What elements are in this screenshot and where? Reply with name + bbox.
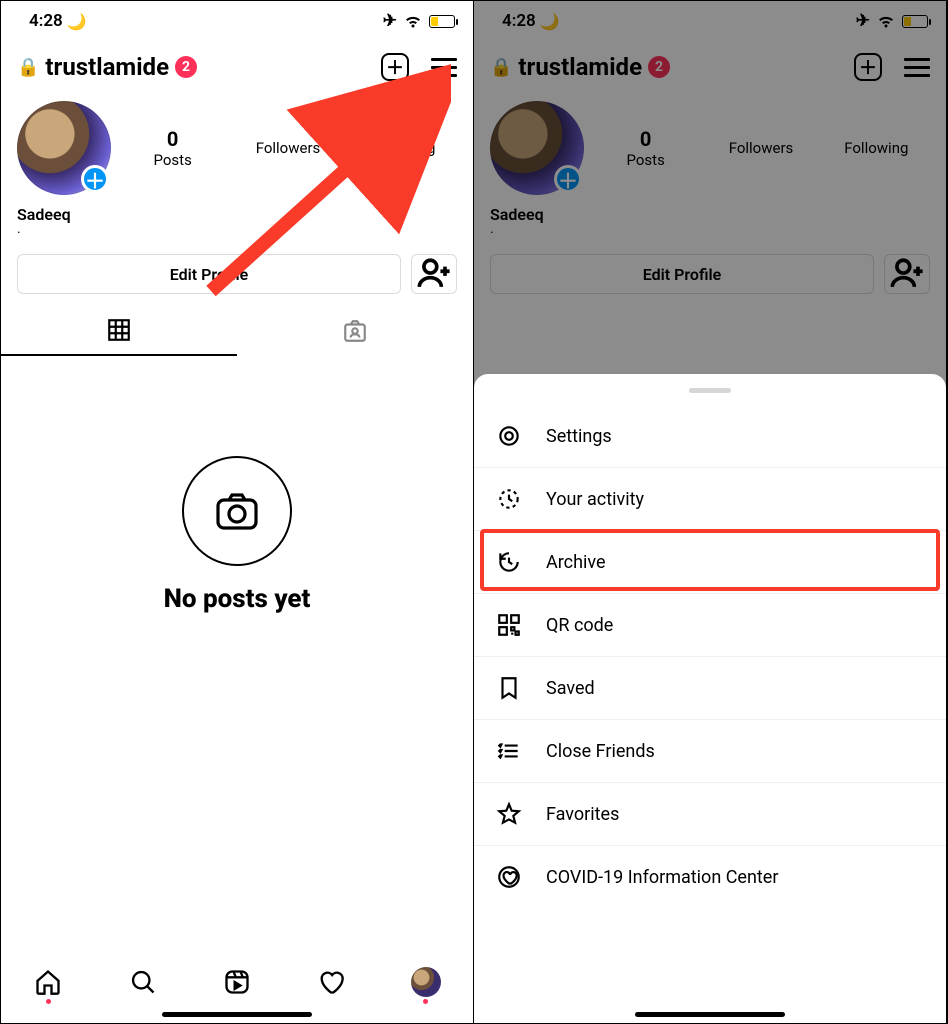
menu-button[interactable] — [431, 58, 457, 77]
home-indicator — [635, 1012, 785, 1017]
nav-home[interactable] — [32, 966, 64, 998]
profile-tabs — [1, 306, 473, 356]
menu-label: Settings — [546, 426, 612, 447]
close-friends-icon — [494, 738, 524, 764]
star-icon — [494, 801, 524, 827]
menu-label: Saved — [546, 678, 595, 699]
status-bar: 4:28 🌙 ✈︎ — [1, 1, 473, 35]
dnd-icon: 🌙 — [67, 12, 87, 31]
menu-archive[interactable]: Archive — [474, 531, 946, 594]
add-story-icon[interactable]: ＋ — [81, 165, 109, 193]
tab-grid[interactable] — [1, 306, 237, 356]
menu-sheet: Settings Your activity Archive QR c — [474, 374, 946, 1023]
activity-icon — [494, 486, 524, 512]
wifi-icon — [403, 14, 423, 29]
display-name: Sadeeq — [1, 195, 473, 224]
menu-favorites[interactable]: Favorites — [474, 783, 946, 846]
following-label: Following — [350, 139, 457, 157]
bio: . — [1, 224, 473, 234]
posts-label: Posts — [119, 151, 226, 169]
menu-your-activity[interactable]: Your activity — [474, 468, 946, 531]
stats-row: ＋ 0 Posts Followers Following — [1, 91, 473, 195]
menu-saved[interactable]: Saved — [474, 657, 946, 720]
notification-badge[interactable]: 2 — [175, 56, 197, 78]
archive-icon — [494, 549, 524, 575]
gear-icon — [494, 423, 524, 449]
nav-avatar-icon — [411, 967, 441, 997]
create-button[interactable]: ＋ — [381, 53, 409, 81]
followers-label: Followers — [234, 139, 341, 157]
posts-stat[interactable]: 0 Posts — [119, 127, 226, 169]
menu-close-friends[interactable]: Close Friends — [474, 720, 946, 783]
following-stat[interactable]: Following — [350, 139, 457, 157]
menu-label: Archive — [546, 552, 606, 573]
nav-activity[interactable] — [315, 966, 347, 998]
right-panel: 4:28 🌙 ✈︎ 🔒 trustlamide 2 ＋ ＋ 0Posts — [474, 1, 947, 1023]
nav-search[interactable] — [127, 966, 159, 998]
nav-reels[interactable] — [221, 966, 253, 998]
airplane-icon: ✈︎ — [383, 11, 397, 31]
qr-icon — [494, 612, 524, 638]
nav-profile[interactable] — [410, 966, 442, 998]
empty-posts-area: No posts yet — [1, 356, 473, 614]
menu-label: COVID-19 Information Center — [546, 867, 778, 888]
lock-icon: 🔒 — [17, 57, 39, 78]
menu-label: Your activity — [546, 489, 644, 510]
menu-label: Close Friends — [546, 741, 655, 762]
avatar-wrap[interactable]: ＋ — [17, 101, 111, 195]
menu-qr-code[interactable]: QR code — [474, 594, 946, 657]
menu-covid-info[interactable]: COVID-19 Information Center — [474, 846, 946, 908]
posts-count: 0 — [119, 127, 226, 151]
sheet-handle[interactable] — [689, 388, 731, 393]
discover-people-button[interactable] — [411, 254, 457, 294]
bookmark-icon — [494, 675, 524, 701]
no-posts-label: No posts yet — [164, 584, 311, 614]
profile-header: 🔒 trustlamide 2 ＋ — [1, 35, 473, 91]
tab-tagged[interactable] — [237, 306, 473, 356]
heart-info-icon — [494, 864, 524, 890]
camera-icon — [182, 456, 292, 566]
edit-profile-button[interactable]: Edit Profile — [17, 254, 401, 294]
home-indicator — [162, 1012, 312, 1017]
menu-settings[interactable]: Settings — [474, 405, 946, 468]
battery-icon — [429, 15, 455, 28]
left-panel: 4:28 🌙 ✈︎ 🔒 trustlamide 2 ＋ ＋ 0 Posts — [1, 1, 474, 1023]
menu-label: QR code — [546, 615, 613, 636]
status-time: 4:28 — [29, 11, 63, 31]
followers-stat[interactable]: Followers — [234, 139, 341, 157]
username[interactable]: trustlamide — [45, 53, 169, 81]
menu-label: Favorites — [546, 804, 619, 825]
menu-list: Settings Your activity Archive QR c — [474, 399, 946, 908]
